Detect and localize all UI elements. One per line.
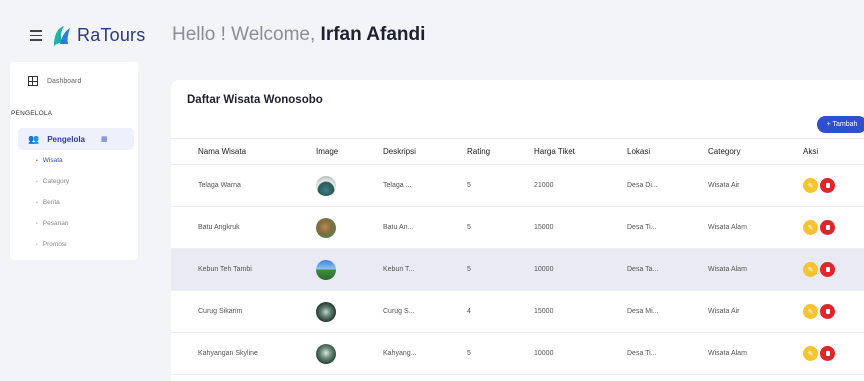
app-name: RaTours xyxy=(77,24,146,45)
cell-category: Wisata Alam xyxy=(708,248,803,291)
delete-icon[interactable] xyxy=(820,262,835,277)
column-header-aksi: Aksi xyxy=(803,138,864,165)
cell-actions: ✎ xyxy=(803,248,864,291)
greeting-text: Hello ! Welcome, xyxy=(172,24,316,45)
cell-image xyxy=(316,164,383,207)
sidebar-item-dashboard[interactable]: Dashboard xyxy=(28,76,81,86)
wisata-thumbnail[interactable] xyxy=(316,301,336,322)
cell-rating: 5 xyxy=(467,332,534,375)
cell-price: 15000 xyxy=(534,206,627,249)
cell-name: Kebun Teh Tambi xyxy=(171,248,316,291)
wisata-thumbnail[interactable] xyxy=(316,259,336,280)
app-logo[interactable]: RaTours xyxy=(50,22,145,48)
edit-icon[interactable]: ✎ xyxy=(803,262,818,277)
sidebar-item-wisata[interactable]: Wisata xyxy=(36,157,63,164)
wisata-thumbnail[interactable] xyxy=(316,343,336,364)
cell-price: 10000 xyxy=(534,248,627,291)
wisata-thumbnail[interactable] xyxy=(316,175,336,196)
column-header-harga[interactable]: Harga Tiket xyxy=(534,138,627,165)
cell-image xyxy=(316,290,383,333)
cell-image xyxy=(316,206,383,249)
table-header-row: Nama Wisata Image Deskripsi Rating Harga… xyxy=(171,138,864,165)
edit-icon[interactable]: ✎ xyxy=(803,346,818,361)
card-title: Daftar Wisata Wonosobo xyxy=(187,94,323,106)
table-row[interactable]: Kahyangan Skyline Kahyang... 5 10000 Des… xyxy=(171,332,864,375)
add-button[interactable]: + Tambah xyxy=(817,116,864,133)
cell-name: Telaga Warna xyxy=(171,164,316,207)
cell-description: Kahyang... xyxy=(383,332,467,375)
delete-icon[interactable] xyxy=(820,220,835,235)
cell-actions: ✎ xyxy=(803,332,864,375)
sidebar-item-berita[interactable]: Berita xyxy=(36,199,60,206)
cell-price: 15000 xyxy=(534,290,627,333)
cell-image xyxy=(316,248,383,291)
column-header-category[interactable]: Category xyxy=(708,138,803,165)
grid-icon: ▦ xyxy=(101,136,108,143)
cell-description: Telaga ... xyxy=(383,164,467,207)
sidebar-item-category[interactable]: Category xyxy=(36,178,69,185)
cell-category: Wisata Alam xyxy=(708,206,803,249)
cell-rating: 4 xyxy=(467,290,534,333)
cell-actions: ✎ xyxy=(803,164,864,207)
user-name: Irfan Afandi xyxy=(320,24,426,45)
cell-actions: ✎ xyxy=(803,206,864,249)
sidebar-group-pengelola[interactable]: 👥 Pengelola ▦ xyxy=(18,128,134,150)
cell-rating: 5 xyxy=(467,248,534,291)
cell-description: Kebun T... xyxy=(383,248,467,291)
sidebar-item-pesanan[interactable]: Pesanan xyxy=(36,220,69,227)
column-header-nama[interactable]: Nama Wisata xyxy=(171,138,316,165)
menu-icon[interactable] xyxy=(30,30,42,41)
wisata-card: Daftar Wisata Wonosobo + Tambah Nama Wis… xyxy=(171,80,864,381)
cell-description: Batu An... xyxy=(383,206,467,249)
sidebar-item-promosi[interactable]: Promosi xyxy=(36,241,67,248)
column-header-image[interactable]: Image xyxy=(316,138,383,165)
cell-category: Wisata Air xyxy=(708,290,803,333)
dashboard-icon xyxy=(28,76,38,86)
table-row[interactable]: Curug Sikarim Curug S... 4 15000 Desa Mi… xyxy=(171,290,864,333)
cell-location: Desa Mi... xyxy=(627,290,708,333)
cell-rating: 5 xyxy=(467,206,534,249)
cell-actions: ✎ xyxy=(803,290,864,333)
table-row[interactable]: Telaga Warna Telaga ... 5 21000 Desa Di.… xyxy=(171,164,864,207)
users-icon: 👥 xyxy=(28,133,40,144)
cell-name: Curug Sikarim xyxy=(171,290,316,333)
cell-price: 21000 xyxy=(534,164,627,207)
cell-description: Curug S... xyxy=(383,290,467,333)
cell-image xyxy=(316,332,383,375)
column-header-lokasi[interactable]: Lokasi xyxy=(627,138,708,165)
delete-icon[interactable] xyxy=(820,178,835,193)
cell-location: Desa Ti... xyxy=(627,206,708,249)
welcome-message: Hello ! Welcome, Irfan Afandi xyxy=(172,24,425,46)
sidebar-item-label: Dashboard xyxy=(47,77,82,85)
logo-mark-icon xyxy=(54,26,70,46)
cell-price: 10000 xyxy=(534,332,627,375)
table-row[interactable]: Kebun Teh Tambi Kebun T... 5 10000 Desa … xyxy=(171,248,864,291)
cell-location: Desa Ti... xyxy=(627,332,708,375)
cell-location: Desa Ta... xyxy=(627,248,708,291)
column-header-rating[interactable]: Rating xyxy=(467,138,534,165)
delete-icon[interactable] xyxy=(820,304,835,319)
cell-location: Desa Di... xyxy=(627,164,708,207)
sidebar: Dashboard PENGELOLA 👥 Pengelola ▦ Wisata… xyxy=(10,62,138,260)
cell-category: Wisata Air xyxy=(708,164,803,207)
sidebar-group-label: Pengelola xyxy=(47,134,86,144)
wisata-thumbnail[interactable] xyxy=(316,217,336,238)
sidebar-section-title: PENGELOLA xyxy=(11,110,53,117)
cell-category: Wisata Alam xyxy=(708,332,803,375)
edit-icon[interactable]: ✎ xyxy=(803,220,818,235)
table-row[interactable]: Batu Angkruk Batu An... 5 15000 Desa Ti.… xyxy=(171,206,864,249)
cell-name: Batu Angkruk xyxy=(171,206,316,249)
cell-name: Kahyangan Skyline xyxy=(171,332,316,375)
edit-icon[interactable]: ✎ xyxy=(803,304,818,319)
cell-rating: 5 xyxy=(467,164,534,207)
delete-icon[interactable] xyxy=(820,346,835,361)
column-header-deskripsi[interactable]: Deskripsi xyxy=(383,138,467,165)
edit-icon[interactable]: ✎ xyxy=(803,178,818,193)
wisata-table: Nama Wisata Image Deskripsi Rating Harga… xyxy=(171,138,864,375)
